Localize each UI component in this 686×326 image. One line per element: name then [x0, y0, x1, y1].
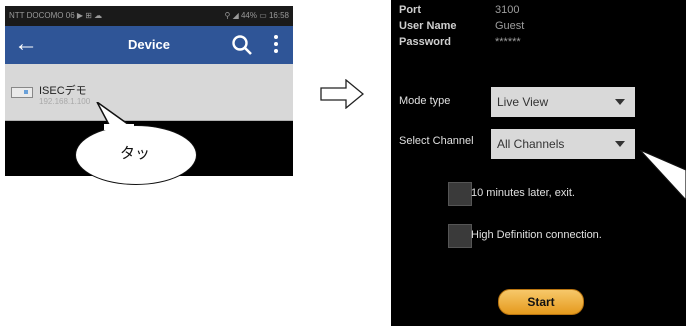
channel-value: All Channels: [497, 137, 565, 151]
device-address: 192.168.1.100: [39, 97, 91, 106]
port-value: 3100: [495, 4, 520, 16]
hd-connection-checkbox[interactable]: [448, 224, 472, 248]
mode-type-select[interactable]: Live View: [491, 87, 635, 117]
callout-pointer: [640, 150, 686, 200]
system-status-text: ⚲ ◢ 44% ▭ 16:58: [224, 11, 290, 20]
device-list-item[interactable]: ISECデモ 192.168.1.100: [5, 64, 293, 121]
port-label: Port: [399, 4, 421, 16]
search-icon[interactable]: [230, 33, 254, 57]
password-label: Password: [399, 36, 451, 48]
mode-type-value: Live View: [497, 95, 549, 109]
more-menu-icon[interactable]: [273, 35, 279, 57]
mode-type-label: Mode type: [399, 95, 451, 107]
app-bar: ← Device: [5, 26, 293, 64]
hd-connection-label: High Definition connection.: [471, 229, 602, 241]
password-value: ******: [495, 36, 521, 48]
username-value: Guest: [495, 20, 525, 32]
select-channel-label: Select Channel: [399, 135, 474, 147]
chevron-down-icon: [615, 99, 625, 105]
exit-after-10min-label: 10 minutes later, exit.: [471, 187, 575, 199]
status-bar: NTT DOCOMO 06 ▶ ⊞ ☁ ⚲ ◢ 44% ▭ 16:58: [5, 6, 293, 26]
carrier-text: NTT DOCOMO 06 ▶ ⊞ ☁: [9, 11, 103, 20]
exit-after-10min-checkbox[interactable]: [448, 182, 472, 206]
camera-device-icon: [11, 87, 33, 98]
device-name: ISECデモ: [39, 85, 87, 97]
channel-select[interactable]: All Channels: [491, 129, 635, 159]
right-arrow-icon: [320, 79, 364, 109]
username-label: User Name: [399, 20, 457, 32]
tap-callout-text: タッ: [119, 145, 150, 162]
chevron-down-icon: [615, 141, 625, 147]
start-button[interactable]: Start: [498, 289, 584, 315]
